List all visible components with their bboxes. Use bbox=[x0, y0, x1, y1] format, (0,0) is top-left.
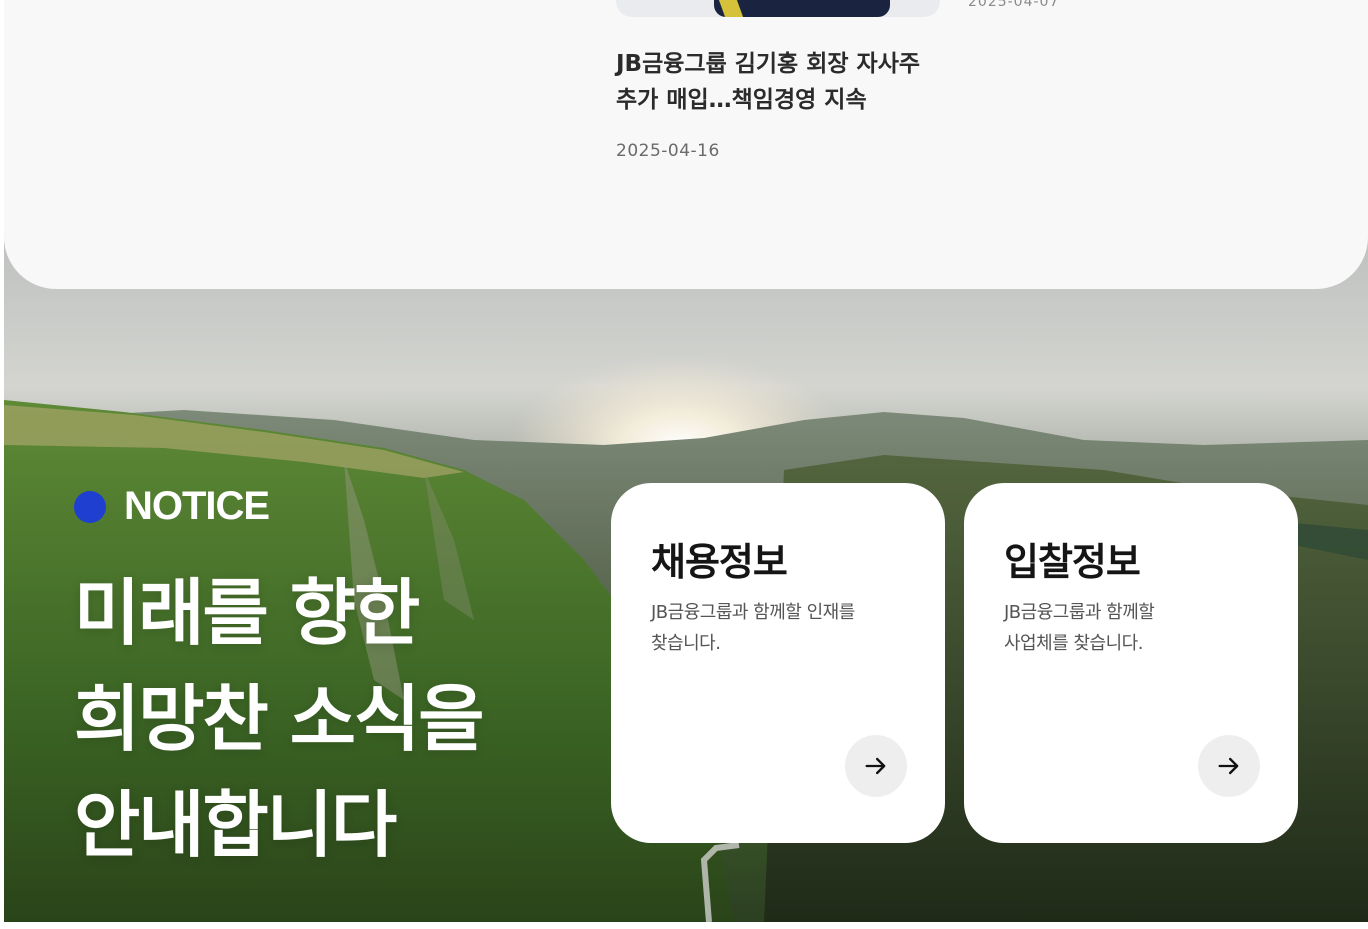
bid-arrow-button[interactable] bbox=[1198, 735, 1260, 797]
notice-dot-icon bbox=[74, 490, 106, 523]
recruit-card-title: 채용정보 bbox=[651, 540, 788, 584]
news-thumbnail[interactable] bbox=[616, 0, 940, 17]
notice-headline: 미래를 향한 희망찬 소식을 안내합니다 bbox=[74, 571, 485, 867]
recruit-card-description: JB금융그룹과 함께할 인재를 찾습니다. bbox=[651, 602, 855, 654]
bottom-edge bbox=[0, 922, 1368, 929]
left-edge bbox=[0, 0, 4, 929]
bid-card-description: JB금융그룹과 함께할 사업체를 찾습니다. bbox=[1004, 602, 1155, 654]
recruit-card[interactable]: 채용정보 JB금융그룹과 함께할 인재를 찾습니다. bbox=[611, 483, 945, 843]
recruit-arrow-button[interactable] bbox=[845, 735, 907, 797]
news-date: 2025-04-16 bbox=[616, 141, 720, 161]
notice-label: NOTICE bbox=[74, 484, 270, 529]
page: 2025-04-07 JB금융그룹 김기홍 회장 자사주 추가 매입…책임경영 … bbox=[0, 0, 1368, 929]
news-panel: 2025-04-07 JB금융그룹 김기홍 회장 자사주 추가 매입…책임경영 … bbox=[4, 0, 1368, 289]
notice-label-text: NOTICE bbox=[124, 484, 270, 528]
arrow-right-icon bbox=[865, 757, 886, 775]
bid-card[interactable]: 입찰정보 JB금융그룹과 함께할 사업체를 찾습니다. bbox=[964, 483, 1298, 843]
news-title[interactable]: JB금융그룹 김기홍 회장 자사주 추가 매입…책임경영 지속 bbox=[616, 46, 956, 118]
bid-card-title: 입찰정보 bbox=[1004, 540, 1141, 584]
previous-news-date: 2025-04-07 bbox=[968, 0, 1060, 10]
arrow-right-icon bbox=[1218, 757, 1239, 775]
